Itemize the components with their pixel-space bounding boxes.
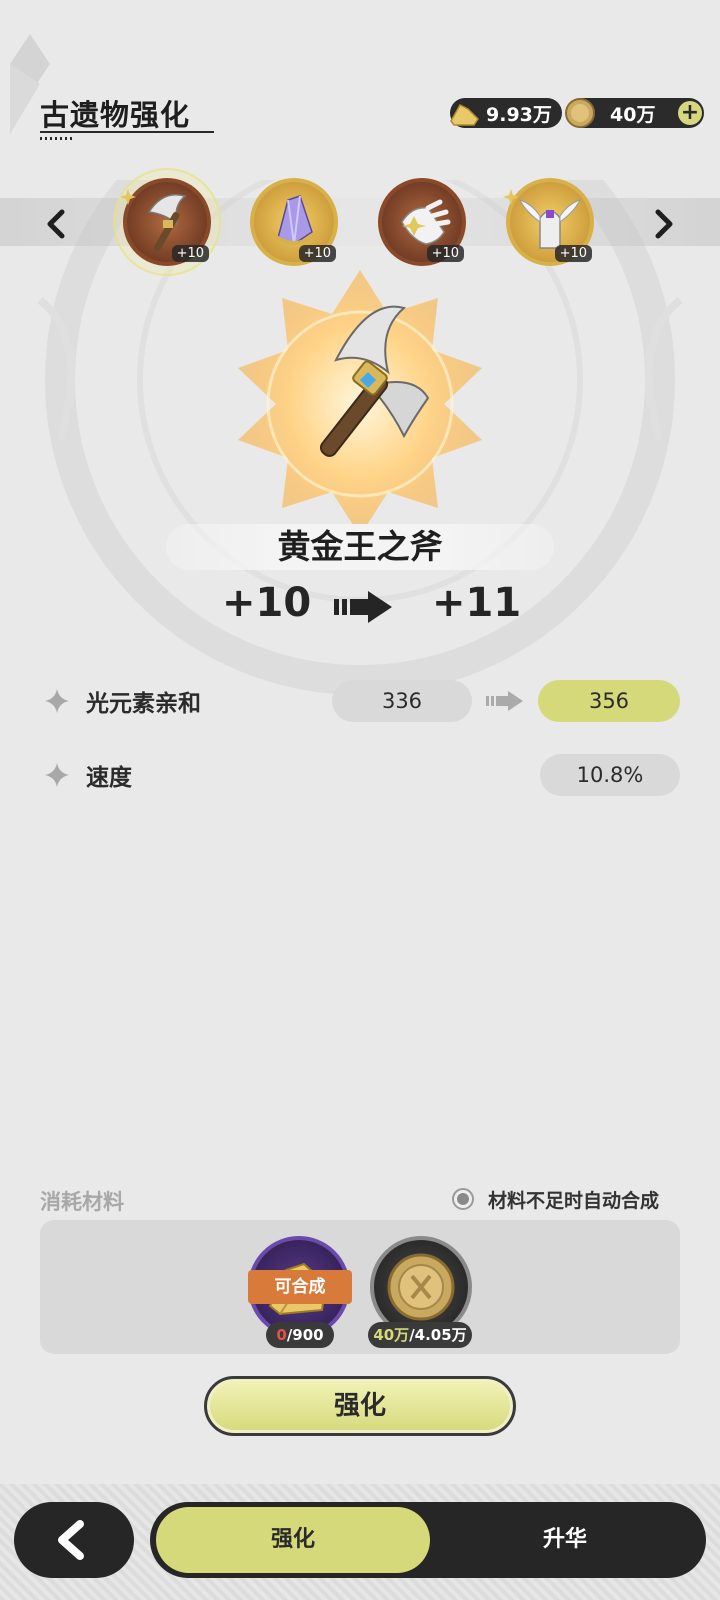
gold-ore-icon xyxy=(450,104,479,126)
tab-enhance[interactable]: 强化 xyxy=(156,1507,430,1573)
level-to: +11 xyxy=(432,580,522,626)
prev-relic-button[interactable] xyxy=(42,206,72,242)
level-arrow-icon xyxy=(334,591,392,623)
stat-label-speed: 速度 xyxy=(86,765,132,791)
gold-coin-icon xyxy=(387,1253,455,1321)
material-gold-ore-have: 0 xyxy=(276,1326,287,1344)
relic-slot-helmet[interactable]: +10 xyxy=(503,178,594,266)
auto-synthesize-label[interactable]: 材料不足时自动合成 xyxy=(488,1186,659,1213)
material-gold-coin-need: /4.05万 xyxy=(409,1326,467,1344)
relic-slot-golden-axe[interactable]: +10 xyxy=(120,178,211,266)
materials-panel xyxy=(40,1220,680,1354)
add-currency-button[interactable]: + xyxy=(678,101,702,125)
stat-current-light-affinity: 336 xyxy=(332,680,472,722)
title-underline xyxy=(40,131,214,133)
currency-gold-coin: 40万 + xyxy=(565,98,704,128)
relic-level-badge: +10 xyxy=(554,245,592,262)
relic-level-badge: +10 xyxy=(171,245,209,262)
relic-slot-glove[interactable]: +10 xyxy=(378,178,466,266)
next-relic-button[interactable] xyxy=(648,206,678,242)
gold-coin-icon xyxy=(565,98,595,128)
relic-level-badge: +10 xyxy=(298,245,336,262)
craftable-badge: 可合成 xyxy=(248,1270,352,1304)
relic-slot-crystal[interactable]: +10 xyxy=(250,178,338,266)
material-gold-ore-count: 0/900 xyxy=(266,1322,334,1348)
currency-gold-ore: 9.93万 xyxy=(450,98,562,128)
star-icon xyxy=(503,189,519,205)
sparkle-icon xyxy=(45,763,69,787)
page-title: 古遗物强化 xyxy=(40,98,191,132)
sparkle-icon xyxy=(45,689,69,713)
title-dots xyxy=(40,137,72,140)
golden-axe-artwork xyxy=(238,270,482,536)
material-gold-coin-count: 40万/4.05万 xyxy=(368,1322,472,1348)
enhance-button[interactable]: 强化 xyxy=(204,1376,516,1436)
back-arrow-icon xyxy=(58,1520,84,1560)
materials-title: 消耗材料 xyxy=(40,1190,124,1214)
stat-arrow-icon xyxy=(486,691,523,711)
tab-ascend[interactable]: 升华 xyxy=(430,1507,700,1573)
currency-gold-coin-value: 40万 xyxy=(610,103,656,126)
back-button[interactable] xyxy=(14,1502,134,1578)
stat-label-light-affinity: 光元素亲和 xyxy=(86,691,201,717)
relic-level-badge: +10 xyxy=(426,245,464,262)
level-from: +10 xyxy=(222,580,312,626)
relic-selector-band xyxy=(0,198,720,246)
stat-current-speed: 10.8% xyxy=(540,754,680,796)
material-gold-ore-need: /900 xyxy=(286,1326,324,1344)
star-icon xyxy=(120,189,136,205)
material-gold-coin-have: 40万 xyxy=(373,1326,410,1344)
stat-next-light-affinity: 356 xyxy=(538,680,680,722)
auto-synthesize-radio[interactable] xyxy=(452,1188,474,1210)
currency-gold-ore-value: 9.93万 xyxy=(486,103,552,126)
relic-name: 黄金王之斧 xyxy=(277,527,443,566)
